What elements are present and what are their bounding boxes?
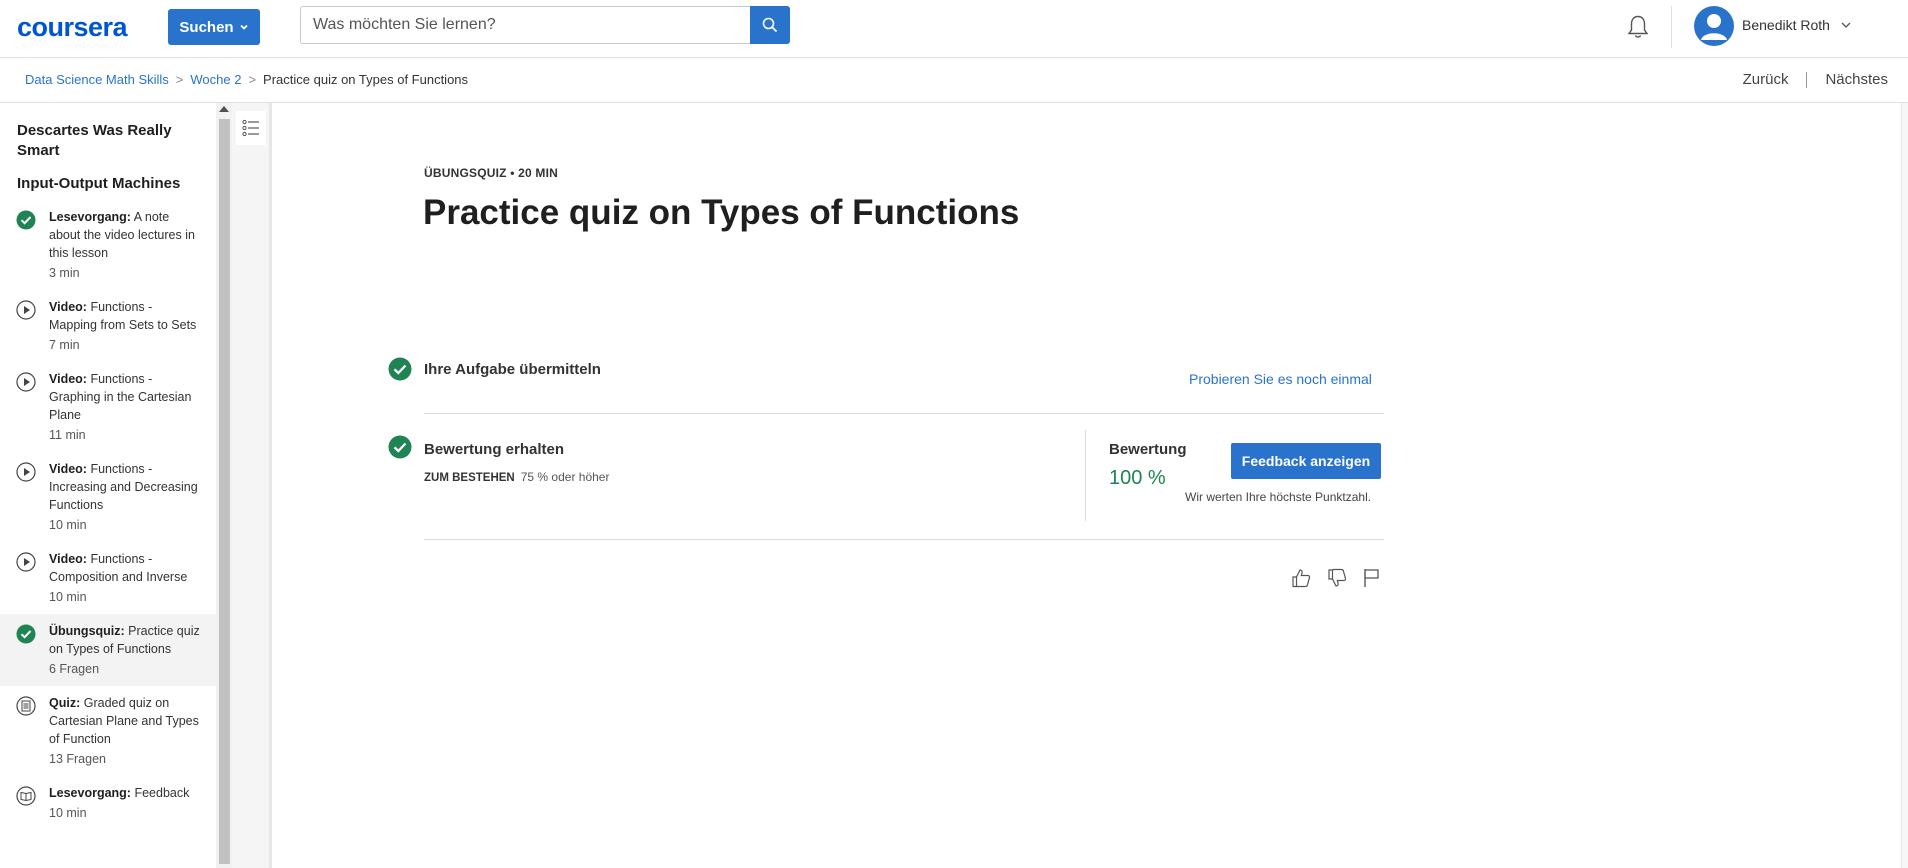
item-type: Video: (49, 552, 87, 566)
header-divider (1671, 6, 1672, 48)
search-icon (762, 17, 778, 33)
grade-divider (1085, 430, 1086, 521)
flag-icon[interactable] (1361, 567, 1383, 589)
item-type: Video: (49, 462, 87, 476)
thumbs-up-icon[interactable] (1290, 567, 1312, 589)
sidebar-item-video-graphing[interactable]: Video: Functions - Graphing in the Carte… (0, 362, 216, 452)
receive-grade-label: Bewertung erhalten (424, 441, 565, 458)
breadcrumb-separator: > (248, 72, 257, 87)
sidebar-item-reading-note[interactable]: Lesevorgang: A note about the video lect… (0, 200, 216, 290)
video-play-icon (16, 462, 36, 482)
page-scrollbar[interactable] (1901, 103, 1908, 868)
top-header: coursera Suchen Benedikt Roth (0, 0, 1908, 58)
scrollbar-thumb[interactable] (219, 119, 230, 864)
item-duration: 10 min (49, 590, 87, 604)
item-duration: 7 min (49, 338, 80, 352)
lesson-title: Input-Output Machines (17, 175, 181, 192)
passing-requirement: ZUM BESTEHEN 75 % oder höher (424, 470, 609, 484)
search-input[interactable] (300, 6, 750, 44)
list-icon (242, 119, 259, 137)
item-title: Feedback (134, 786, 190, 800)
avatar[interactable] (1694, 6, 1734, 46)
item-duration: 10 min (49, 518, 87, 532)
notifications-button[interactable] (1626, 13, 1650, 41)
item-type: Quiz: (49, 696, 81, 710)
video-play-icon (16, 552, 36, 572)
quiz-type-duration: ÜBUNGSQUIZ • 20 MIN (424, 166, 559, 180)
coursera-logo[interactable]: coursera (17, 12, 128, 43)
back-link[interactable]: Zurück (1743, 71, 1789, 88)
video-play-icon (16, 300, 36, 320)
item-duration: 3 min (49, 266, 80, 280)
explore-label: Suchen (179, 18, 234, 36)
item-type: Video: (49, 372, 87, 386)
module-title: Descartes Was Really Smart (17, 122, 172, 159)
item-type: Lesevorgang: (49, 210, 131, 224)
completed-check-icon (16, 210, 36, 230)
breadcrumb-separator: > (175, 72, 184, 87)
video-play-icon (16, 372, 36, 392)
item-type: Lesevorgang: (49, 786, 131, 800)
pass-label: ZUM BESTEHEN (424, 472, 515, 484)
quiz-icon (16, 696, 36, 716)
bell-icon (1627, 15, 1649, 38)
grade-value: 100 % (1109, 467, 1166, 489)
item-type: Übungsquiz: (49, 624, 125, 638)
retry-link[interactable]: Probieren Sie es noch einmal (1189, 371, 1372, 387)
item-navigation: Zurück Nächstes (1743, 71, 1888, 88)
divider (424, 539, 1384, 540)
course-sidebar: Descartes Was Really Smart Input-Output … (0, 103, 216, 868)
sidebar-item-reading-feedback[interactable]: Lesevorgang: Feedback 10 min (0, 776, 216, 830)
grade-note: Wir werten Ihre höchste Punktzahl. (1185, 490, 1372, 504)
item-duration: 10 min (49, 806, 87, 820)
user-name[interactable]: Benedikt Roth (1742, 17, 1830, 33)
sidebar-item-video-composition[interactable]: Video: Functions - Composition and Inver… (0, 542, 216, 614)
item-question-count: 6 Fragen (49, 662, 100, 676)
scroll-up-arrow-icon[interactable] (219, 106, 229, 112)
sidebar-item-practice-quiz[interactable]: Übungsquiz: Practice quiz on Types of Fu… (0, 614, 216, 686)
pass-value: 75 % oder höher (520, 470, 610, 484)
view-feedback-button[interactable]: Feedback anzeigen (1231, 443, 1381, 479)
breadcrumb: Data Science Math Skills > Woche 2 > Pra… (25, 72, 468, 87)
sidebar-item-video-increasing[interactable]: Video: Functions - Increasing and Decrea… (0, 452, 216, 542)
search-button[interactable] (750, 6, 790, 44)
toggle-outline-button[interactable] (236, 111, 266, 145)
submit-assignment-label: Ihre Aufgabe übermitteln (424, 361, 601, 378)
next-link[interactable]: Nächstes (1825, 71, 1888, 88)
item-type: Video: (49, 300, 87, 314)
completed-check-icon (388, 435, 412, 459)
chevron-down-icon (239, 24, 248, 30)
item-question-count: 13 Fragen (49, 752, 106, 766)
item-duration: 11 min (49, 428, 86, 442)
nav-divider (1806, 71, 1808, 88)
page-title: Practice quiz on Types of Functions (423, 193, 1020, 232)
reading-book-icon (16, 786, 36, 806)
breadcrumb-course[interactable]: Data Science Math Skills (25, 72, 169, 87)
sidebar-item-video-mapping[interactable]: Video: Functions - Mapping from Sets to … (0, 290, 216, 362)
divider (424, 413, 1384, 414)
completed-check-icon (388, 357, 412, 381)
chevron-down-icon[interactable] (1840, 19, 1852, 31)
explore-button[interactable]: Suchen (168, 9, 260, 45)
completed-check-icon (16, 624, 36, 644)
user-icon (1701, 14, 1727, 40)
grade-label: Bewertung (1109, 441, 1187, 458)
breadcrumb-bar: Data Science Math Skills > Woche 2 > Pra… (0, 58, 1908, 103)
breadcrumb-week[interactable]: Woche 2 (190, 72, 241, 87)
breadcrumb-current: Practice quiz on Types of Functions (263, 72, 469, 87)
toc-column (232, 103, 272, 868)
thumbs-down-icon[interactable] (1326, 567, 1348, 589)
sidebar-item-graded-quiz[interactable]: Quiz: Graded quiz on Cartesian Plane and… (0, 686, 216, 776)
